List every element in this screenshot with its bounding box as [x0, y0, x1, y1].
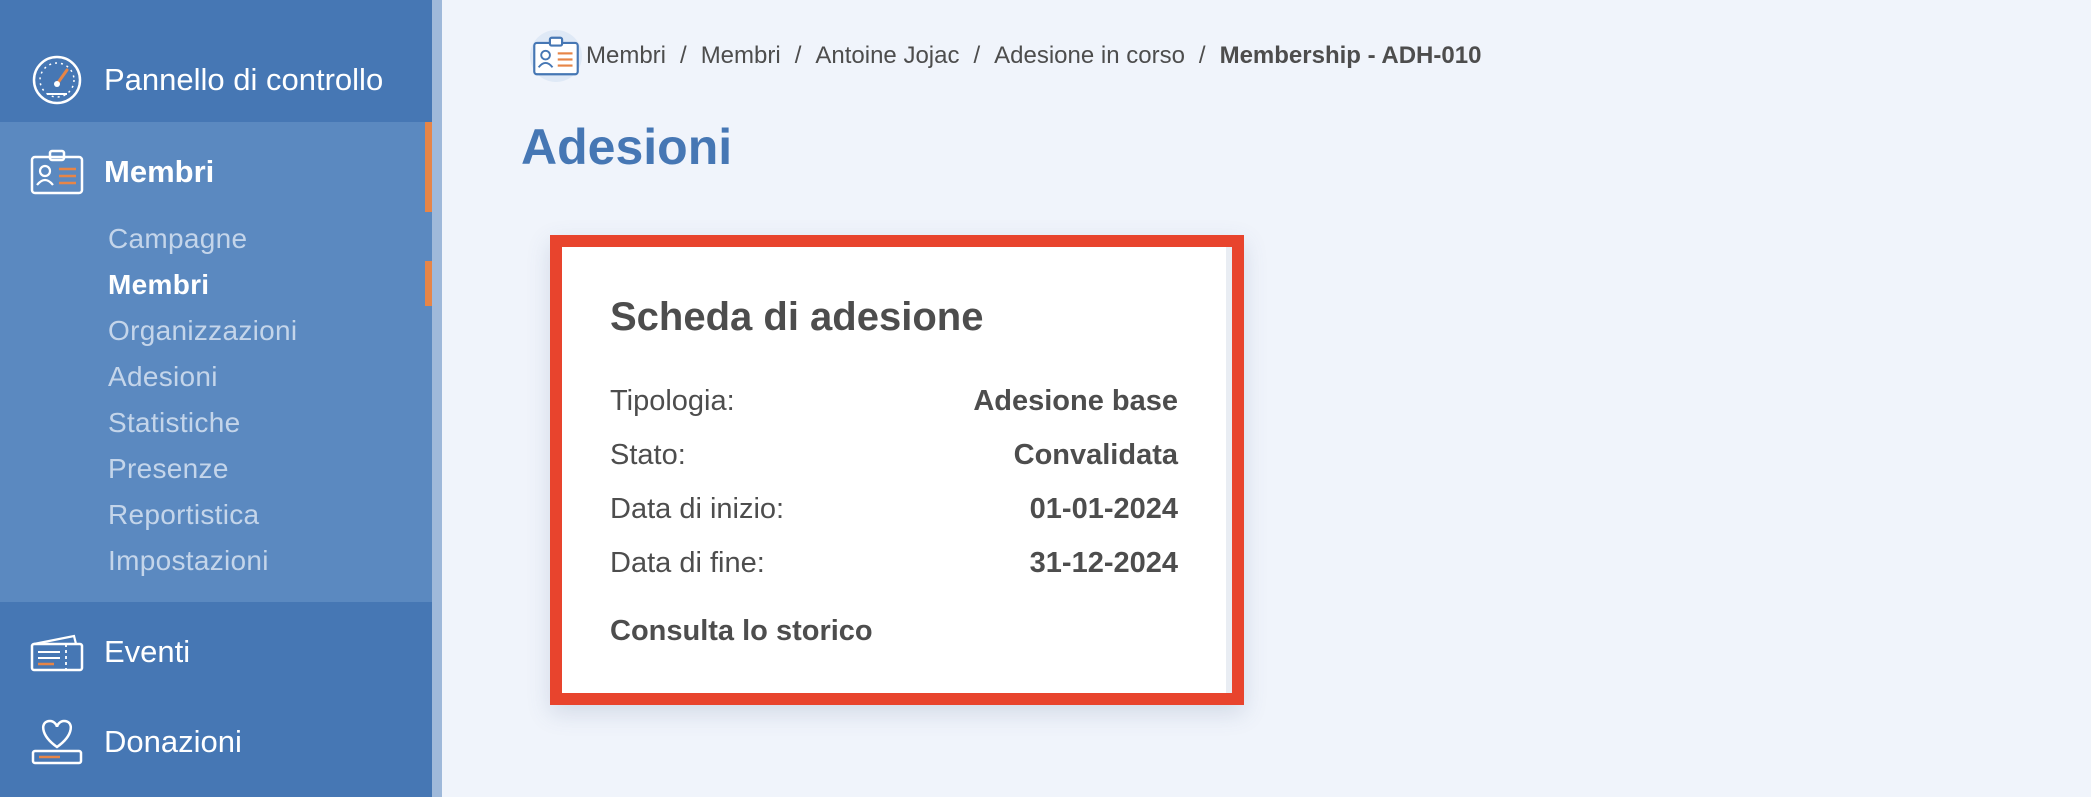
member-card-icon	[530, 30, 582, 82]
card-row-status: Stato: Convalidata	[610, 439, 1178, 472]
history-link[interactable]: Consulta lo storico	[610, 615, 873, 648]
breadcrumb-separator: /	[1198, 42, 1206, 69]
submenu-item-presenze[interactable]: Presenze	[108, 446, 297, 492]
row-value: 01-01-2024	[1029, 493, 1178, 525]
submenu-item-campagne[interactable]: Campagne	[108, 216, 297, 262]
ticket-icon	[30, 625, 84, 679]
sidebar-item-label: Eventi	[104, 634, 191, 669]
row-value: 31-12-2024	[1029, 547, 1178, 579]
card-row-start-date: Data di inizio: 01-01-2024	[610, 493, 1178, 526]
sidebar-item-events[interactable]: Eventi	[0, 612, 432, 692]
submenu-item-reportistica[interactable]: Reportistica	[108, 492, 297, 538]
submenu-item-impostazioni[interactable]: Impostazioni	[108, 538, 297, 584]
breadcrumb: Membri / Membri / Antoine Jojac / Adesio…	[530, 30, 1481, 82]
breadcrumb-link-member[interactable]: Antoine Jojac	[815, 42, 959, 70]
breadcrumb-link-adesione[interactable]: Adesione in corso	[994, 42, 1185, 70]
card-edge	[1226, 247, 1232, 693]
dashboard-gauge-icon	[30, 53, 84, 107]
breadcrumb-separator: /	[794, 42, 802, 69]
submenu-item-adesioni[interactable]: Adesioni	[108, 354, 297, 400]
submenu-item-organizzazioni[interactable]: Organizzazioni	[108, 308, 297, 354]
row-label: Data di inizio:	[610, 493, 785, 525]
membership-card: Scheda di adesione Tipologia: Adesione b…	[550, 235, 1244, 705]
row-label: Tipologia:	[610, 385, 735, 417]
row-label: Stato:	[610, 439, 686, 471]
member-card-icon	[30, 145, 84, 199]
card-title: Scheda di adesione	[610, 295, 984, 339]
breadcrumb-current: Membership - ADH-010	[1219, 42, 1482, 69]
sidebar-item-label: Membri	[104, 154, 215, 189]
sidebar: Pannello di controllo Membri Campagne Me…	[0, 0, 432, 797]
sidebar-item-dashboard[interactable]: Pannello di controllo	[0, 40, 432, 120]
heart-hand-icon	[30, 715, 84, 769]
sidebar-item-members[interactable]: Membri	[0, 132, 432, 212]
row-value: Adesione base	[973, 385, 1178, 417]
submenu-item-statistiche[interactable]: Statistiche	[108, 400, 297, 446]
page-title: Adesioni	[521, 119, 733, 175]
breadcrumb-separator: /	[680, 42, 687, 69]
card-row-type: Tipologia: Adesione base	[610, 385, 1178, 418]
breadcrumb-link-membri[interactable]: Membri	[586, 42, 666, 70]
breadcrumb-link-membri-list[interactable]: Membri	[701, 42, 781, 70]
sidebar-item-label: Donazioni	[104, 724, 242, 759]
sidebar-item-donations[interactable]: Donazioni	[0, 702, 432, 782]
row-label: Data di fine:	[610, 547, 765, 579]
row-value: Convalidata	[1013, 439, 1178, 471]
sidebar-item-label: Pannello di controllo	[104, 62, 384, 97]
members-submenu: Campagne Membri Organizzazioni Adesioni …	[108, 216, 297, 584]
breadcrumb-separator: /	[973, 42, 981, 69]
card-row-end-date: Data di fine: 31-12-2024	[610, 547, 1178, 580]
submenu-item-membri[interactable]: Membri	[108, 262, 297, 308]
sidebar-divider	[432, 0, 442, 797]
active-subitem-indicator	[425, 261, 432, 306]
